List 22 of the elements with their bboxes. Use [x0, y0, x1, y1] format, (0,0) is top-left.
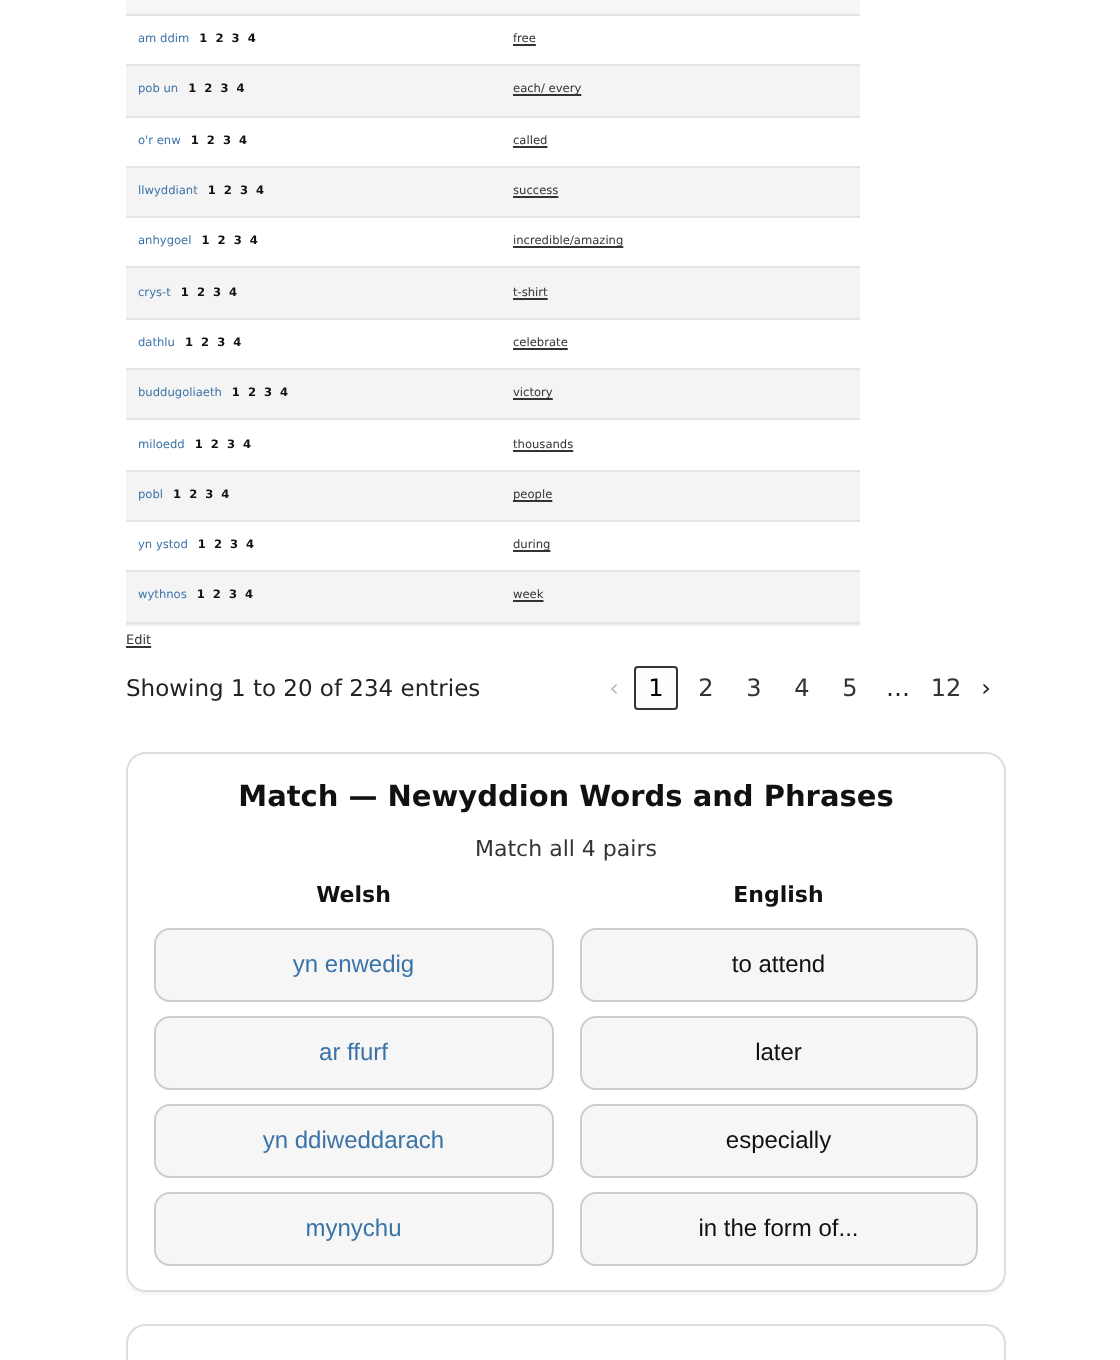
match-tile[interactable]: ar ffurf: [154, 1015, 553, 1090]
match-tile[interactable]: in the form of...: [579, 1191, 978, 1266]
page-link[interactable]: 5: [830, 667, 870, 708]
match-tile[interactable]: to attend: [579, 927, 978, 1002]
match-tile[interactable]: yn ddiweddarach: [154, 1103, 553, 1178]
column-heading: Welsh: [314, 881, 393, 908]
match-tile[interactable]: mynychu: [154, 1191, 553, 1266]
match-tile[interactable]: especially: [579, 1103, 978, 1178]
pagination-ellipsis: …: [884, 671, 912, 706]
entries-info: Showing 1 to 20 of 234 entries: [126, 673, 481, 702]
game-subtitle: Match all 4 pairs: [473, 835, 659, 862]
page-link[interactable]: 3: [734, 667, 774, 708]
column-heading: English: [731, 881, 826, 908]
match-tile[interactable]: yn enwedig: [154, 927, 553, 1002]
page-link[interactable]: 2: [686, 667, 726, 708]
game-title: Match — Newyddion Words and Phrases: [236, 781, 896, 814]
previous-page-arrow: ‹: [607, 671, 621, 706]
page-link[interactable]: 4: [782, 667, 822, 708]
page-link[interactable]: 1: [634, 665, 678, 710]
next-page-arrow[interactable]: ›: [974, 667, 998, 708]
page-link[interactable]: 12: [926, 667, 966, 708]
match-tile[interactable]: later: [579, 1015, 978, 1090]
